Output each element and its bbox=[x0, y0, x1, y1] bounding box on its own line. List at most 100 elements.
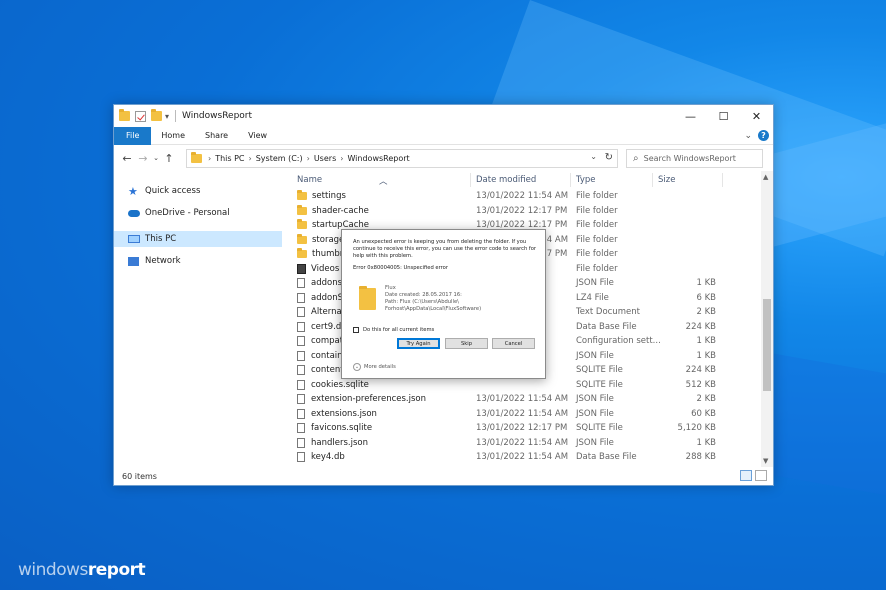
dialog-item-path: Forhost\AppData\Local\FluxSoftware) bbox=[385, 306, 482, 312]
table-row[interactable]: shader-cache 13/01/2022 12:17 PM File fold… bbox=[284, 204, 761, 219]
scroll-down-icon[interactable]: ▼ bbox=[763, 457, 768, 465]
large-icons-view-icon[interactable] bbox=[755, 470, 767, 481]
breadcrumb-separator: › bbox=[208, 154, 212, 163]
file-type: File folder bbox=[576, 191, 618, 201]
details-view-icon[interactable] bbox=[740, 470, 752, 481]
back-arrow-icon[interactable]: ← bbox=[119, 152, 135, 165]
apply-to-all-checkbox[interactable]: Do this for all current items bbox=[353, 327, 434, 333]
table-row[interactable]: extension-preferences.json 13/01/2022 11:… bbox=[284, 392, 761, 407]
more-details-label: More details bbox=[364, 364, 396, 370]
address-bar[interactable]: › This PC › System (C:) › Users › Window… bbox=[186, 149, 618, 168]
file-size: 2 KB bbox=[696, 394, 716, 404]
logo-text: windows bbox=[18, 560, 88, 580]
table-row[interactable]: cookies.sqlite SQLITE File 512 KB bbox=[284, 378, 761, 393]
file-name-cell: extensions.json bbox=[297, 408, 377, 419]
document-icon bbox=[297, 437, 305, 448]
tab-file[interactable]: File bbox=[114, 126, 152, 145]
tab-view[interactable]: View bbox=[238, 127, 277, 145]
folder-icon bbox=[119, 109, 130, 121]
address-dropdown-icon[interactable]: ⌄ bbox=[590, 152, 597, 161]
recent-locations-icon[interactable]: ⌄ bbox=[151, 154, 161, 162]
folder-icon bbox=[297, 190, 307, 200]
sidebar-item-this-pc[interactable]: This PC bbox=[114, 231, 282, 247]
window-controls: — ☐ ✕ bbox=[674, 105, 773, 127]
column-header-name[interactable]: Name bbox=[297, 175, 322, 185]
try-again-button[interactable]: Try Again bbox=[397, 338, 440, 349]
table-row[interactable]: settings 13/01/2022 11:54 AM File folder bbox=[284, 189, 761, 204]
skip-button[interactable]: Skip bbox=[445, 338, 488, 349]
table-row[interactable]: extensions.json 13/01/2022 11:54 AM JSON F… bbox=[284, 407, 761, 422]
document-icon bbox=[297, 292, 305, 303]
file-name: cookies.sqlite bbox=[311, 379, 369, 390]
column-header-date[interactable]: Date modified bbox=[476, 175, 536, 185]
table-row[interactable]: favicons.sqlite 13/01/2022 12:17 PM SQLITE… bbox=[284, 421, 761, 436]
breadcrumb-system-c[interactable]: System (C:) bbox=[256, 154, 303, 163]
file-name-cell: cookies.sqlite bbox=[297, 379, 369, 390]
folder-icon bbox=[297, 233, 307, 244]
minimize-button[interactable]: — bbox=[674, 105, 707, 127]
view-toggles bbox=[740, 470, 767, 481]
search-placeholder: Search WindowsReport bbox=[643, 154, 736, 163]
column-header-size[interactable]: Size bbox=[658, 175, 675, 185]
scrollbar-thumb[interactable] bbox=[763, 299, 771, 391]
vertical-scrollbar[interactable]: ▲ ▼ bbox=[761, 171, 773, 467]
sidebar-item-quick-access[interactable]: ★ Quick access bbox=[114, 183, 282, 199]
file-date: 13/01/2022 11:54 AM bbox=[476, 437, 569, 448]
breadcrumb-windowsreport[interactable]: WindowsReport bbox=[347, 154, 409, 163]
more-details-toggle[interactable]: ⌄ More details bbox=[353, 363, 396, 371]
expand-ribbon-icon[interactable]: ⌄ bbox=[744, 131, 752, 141]
file-date: 13/01/2022 12:17 PM bbox=[476, 423, 568, 433]
star-icon: ★ bbox=[128, 184, 138, 198]
checkbox-box[interactable] bbox=[353, 327, 359, 333]
maximize-button[interactable]: ☐ bbox=[707, 105, 740, 127]
column-divider[interactable] bbox=[652, 173, 653, 187]
close-button[interactable]: ✕ bbox=[740, 105, 773, 127]
tab-home[interactable]: Home bbox=[151, 127, 195, 145]
file-name: settings bbox=[312, 191, 346, 201]
column-divider[interactable] bbox=[570, 173, 571, 187]
file-name: extension-preferences.json bbox=[311, 394, 426, 404]
forward-arrow-icon[interactable]: → bbox=[135, 152, 151, 165]
dialog-message: An unexpected error is keeping you from … bbox=[353, 239, 537, 259]
sidebar-item-network[interactable]: Network bbox=[114, 253, 282, 269]
file-date: 13/01/2022 11:54 AM bbox=[476, 408, 569, 419]
document-icon bbox=[297, 350, 305, 361]
column-divider[interactable] bbox=[470, 173, 471, 187]
file-type: JSON File bbox=[576, 394, 614, 404]
quick-access-dropdown-icon[interactable]: ▾ bbox=[165, 112, 169, 121]
search-input[interactable]: ⌕ Search WindowsReport bbox=[626, 149, 763, 168]
breadcrumb-this-pc[interactable]: This PC bbox=[215, 154, 244, 163]
file-name-cell: shader-cache bbox=[297, 204, 369, 216]
refresh-icon[interactable]: ↻ bbox=[605, 152, 613, 163]
scroll-up-icon[interactable]: ▲ bbox=[763, 173, 768, 181]
file-name-cell: favicons.sqlite bbox=[297, 423, 372, 433]
title-separator bbox=[175, 110, 177, 122]
brand-logo: windowsreport bbox=[18, 560, 146, 580]
file-name-cell: key4.db bbox=[297, 452, 345, 462]
file-name: key4.db bbox=[311, 452, 345, 462]
new-folder-icon[interactable] bbox=[151, 109, 162, 121]
up-arrow-icon[interactable]: ↑ bbox=[161, 152, 177, 165]
tab-share[interactable]: Share bbox=[195, 127, 238, 145]
column-header-type[interactable]: Type bbox=[576, 175, 596, 185]
file-type: SQLITE File bbox=[576, 365, 623, 375]
column-divider[interactable] bbox=[722, 173, 723, 187]
file-name: Videos bbox=[311, 263, 340, 274]
file-type: JSON File bbox=[576, 350, 614, 361]
table-row[interactable]: handlers.json 13/01/2022 11:54 AM JSON Fil… bbox=[284, 436, 761, 451]
help-icon[interactable]: ? bbox=[758, 130, 769, 141]
file-name: shader-cache bbox=[312, 205, 369, 216]
sidebar-item-onedrive[interactable]: OneDrive - Personal bbox=[114, 205, 282, 221]
file-size: 288 KB bbox=[685, 452, 716, 462]
file-name-cell: storage bbox=[297, 233, 344, 245]
desktop: { "window": { "title": "WindowsReport", … bbox=[0, 0, 886, 590]
properties-icon[interactable] bbox=[135, 110, 146, 122]
file-size: 1 KB bbox=[696, 278, 716, 288]
table-row[interactable]: key4.db 13/01/2022 11:54 AM Data Base File… bbox=[284, 450, 761, 465]
file-date: 13/01/2022 11:54 AM bbox=[476, 191, 569, 201]
cancel-button[interactable]: Cancel bbox=[492, 338, 535, 349]
file-type: File folder bbox=[576, 220, 618, 230]
document-icon bbox=[297, 278, 305, 288]
window-title: WindowsReport bbox=[182, 111, 253, 121]
breadcrumb-users[interactable]: Users bbox=[314, 154, 336, 163]
